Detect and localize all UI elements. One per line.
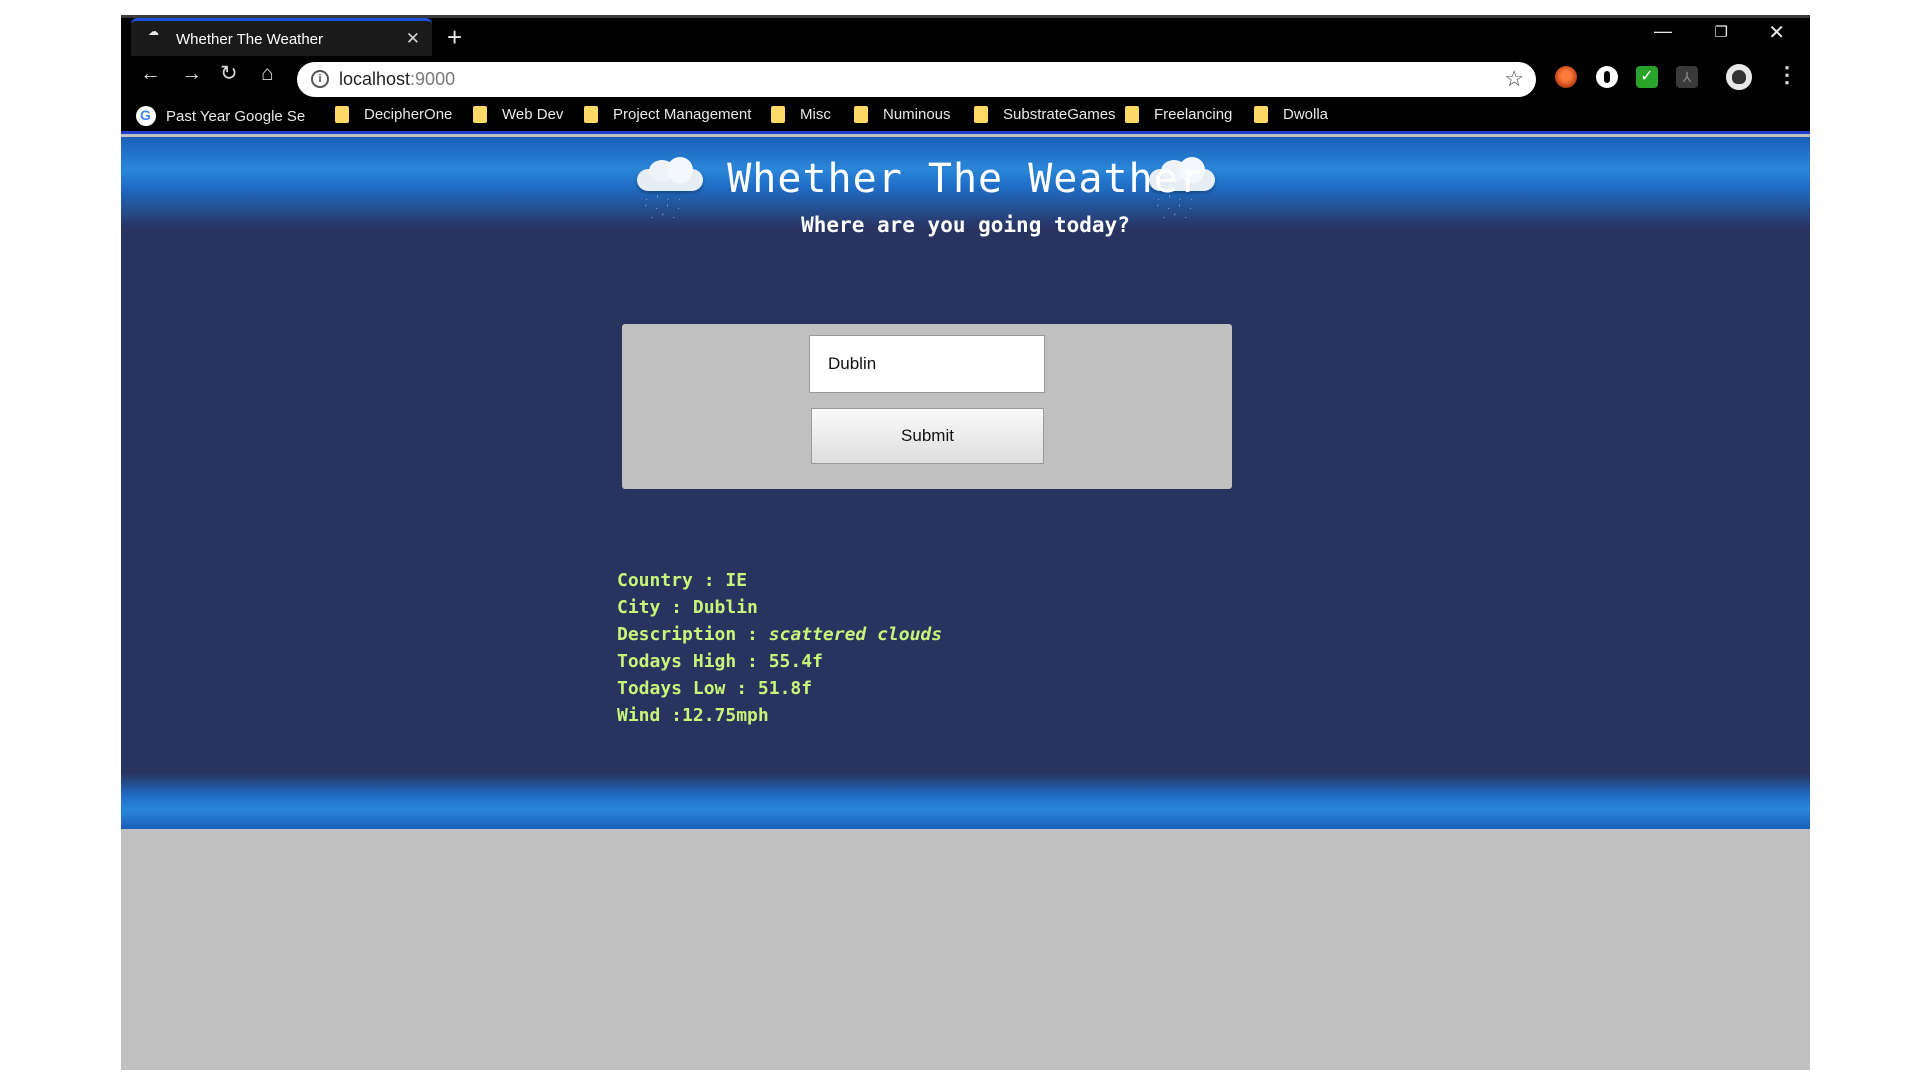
folder-icon xyxy=(473,106,487,123)
url-port: :9000 xyxy=(410,69,456,89)
bookmark-label: DecipherOne xyxy=(364,106,453,123)
wind-label: Wind : xyxy=(617,705,683,726)
description-value: scattered clouds xyxy=(768,624,943,645)
submit-button[interactable]: Submit xyxy=(811,408,1044,464)
window-close-button[interactable]: ✕ xyxy=(1768,20,1785,45)
back-arrow-icon[interactable]: ← xyxy=(140,62,161,86)
high-value: 55.4f xyxy=(768,651,823,672)
new-tab-button[interactable]: + xyxy=(447,22,462,53)
site-info-icon[interactable]: i xyxy=(311,70,329,88)
ghostery-extension-icon[interactable] xyxy=(1555,66,1577,88)
page-title: Whether The Weather xyxy=(727,156,1204,202)
dark-reader-extension-icon[interactable] xyxy=(1596,66,1618,88)
page-subtitle: Where are you going today? xyxy=(801,213,1130,237)
active-tab[interactable]: ☁ Whether The Weather ✕ xyxy=(131,18,432,59)
folder-icon xyxy=(854,106,868,123)
home-icon[interactable]: ⌂ xyxy=(261,62,274,86)
folder-icon xyxy=(335,106,349,123)
bookmark-label: Numinous xyxy=(883,106,951,123)
cloud-favicon-icon: ☁ xyxy=(148,26,159,38)
url-text[interactable]: localhost:9000 xyxy=(339,69,455,90)
tab-close-icon[interactable]: ✕ xyxy=(406,29,420,49)
bookmark-google[interactable]: Past Year Google Sea xyxy=(136,106,306,126)
forward-arrow-icon[interactable]: → xyxy=(181,62,202,86)
bookmark-label: Project Management xyxy=(613,106,752,123)
url-host: localhost xyxy=(339,69,411,89)
bookmark-label: Freelancing xyxy=(1154,106,1233,123)
folder-icon xyxy=(1125,106,1139,123)
bookmark-numinous[interactable]: Numinous xyxy=(854,106,951,123)
address-bar[interactable]: i localhost:9000 ☆ xyxy=(297,62,1536,97)
high-label: Todays High : xyxy=(617,651,769,672)
footer-band xyxy=(121,773,1810,829)
search-form: Submit xyxy=(622,324,1232,489)
high-row: Todays High : 55.4f xyxy=(617,648,942,675)
description-label: Description : xyxy=(617,624,769,645)
star-icon[interactable]: ☆ xyxy=(1504,66,1524,92)
reload-icon[interactable]: ↻ xyxy=(220,62,238,86)
folder-icon xyxy=(1254,106,1268,123)
tab-title: Whether The Weather xyxy=(176,31,324,48)
country-value: IE xyxy=(725,570,748,591)
bookmark-web-dev[interactable]: Web Dev xyxy=(473,106,563,123)
city-label: City : xyxy=(617,597,693,618)
pdf-extension-icon[interactable]: ⅄ xyxy=(1676,66,1698,88)
low-value: 51.8f xyxy=(757,678,813,699)
wind-row: Wind :12.75mph xyxy=(617,702,942,729)
bookmarks-bar: Past Year Google Sea DecipherOne Web Dev… xyxy=(121,98,1810,134)
bookmark-label: Misc xyxy=(800,106,831,123)
tab-strip: ☁ Whether The Weather ✕ + — ❐ ✕ xyxy=(121,15,1810,59)
bookmark-misc[interactable]: Misc xyxy=(771,106,831,123)
city-row: City : Dublin xyxy=(617,594,942,621)
folder-icon xyxy=(974,106,988,123)
restore-button[interactable]: ❐ xyxy=(1715,23,1728,41)
bookmark-label: Past Year Google Sea xyxy=(166,107,306,125)
bookmark-dwolla[interactable]: Dwolla xyxy=(1254,106,1328,123)
bookmark-label: Dwolla xyxy=(1283,106,1329,123)
folder-icon xyxy=(584,106,598,123)
google-icon xyxy=(136,106,156,126)
bookmark-label: SubstrateGames xyxy=(1003,106,1116,123)
page-content: · ' · · ' · ' · · ' · · ' · · ' · ' · · … xyxy=(121,137,1810,829)
bookmark-freelancing[interactable]: Freelancing xyxy=(1125,106,1232,123)
weather-results: Country : IE City : Dublin Description :… xyxy=(617,567,942,729)
browser-window: ☁ Whether The Weather ✕ + — ❐ ✕ ← → ↻ ⌂ … xyxy=(121,15,1810,1070)
description-row: Description : scattered clouds xyxy=(617,621,942,648)
profile-icon[interactable] xyxy=(1726,64,1752,90)
low-label: Todays Low : xyxy=(617,678,758,699)
country-label: Country : xyxy=(617,570,726,591)
bookmark-decipherone[interactable]: DecipherOne xyxy=(335,106,452,123)
country-row: Country : IE xyxy=(617,567,942,594)
minimize-button[interactable]: — xyxy=(1654,21,1672,42)
folder-icon xyxy=(771,106,785,123)
menu-icon[interactable]: ⋮ xyxy=(1776,62,1798,88)
low-row: Todays Low : 51.8f xyxy=(617,675,942,702)
city-value: Dublin xyxy=(692,597,758,618)
bookmark-label: Web Dev xyxy=(502,106,564,123)
bookmark-substrategames[interactable]: SubstrateGames xyxy=(974,106,1116,123)
city-input[interactable] xyxy=(809,335,1045,393)
bookmark-project-management[interactable]: Project Management xyxy=(584,106,751,123)
wind-value: 12.75mph xyxy=(682,705,769,726)
browser-toolbar: ← → ↻ ⌂ i localhost:9000 ☆ ✓ ⅄ ⋮ xyxy=(121,56,1810,98)
check-extension-icon[interactable]: ✓ xyxy=(1636,66,1658,88)
